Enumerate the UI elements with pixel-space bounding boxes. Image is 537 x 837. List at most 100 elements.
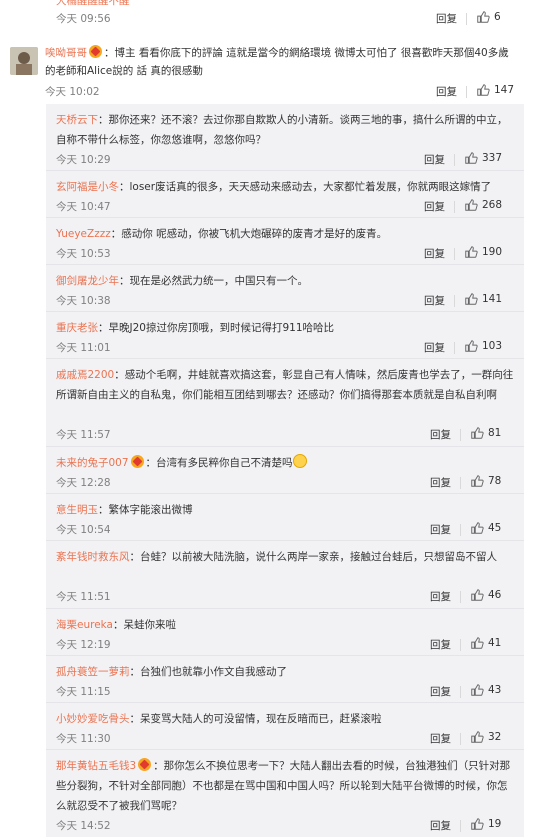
divider xyxy=(460,524,461,536)
divider xyxy=(466,86,467,98)
reply-item: 紊年钱时救东风：台蛙？以前被大陆洗脑，说什么两岸一家亲，接触过台蛙后，只想留岛不… xyxy=(46,541,524,609)
reply-button[interactable]: 回复 xyxy=(424,340,445,355)
reply-button[interactable]: 回复 xyxy=(430,684,451,699)
like-count: 6 xyxy=(494,11,501,23)
thumbs-up-icon xyxy=(465,246,478,258)
reply-item: 小妙妙爱吃骨头：呆变骂大陆人的可没留情，现在反暗而已，赶紧滚啦 今天 11:30… xyxy=(46,703,524,750)
username[interactable]: 戚戚焉2200 xyxy=(56,369,114,381)
username[interactable]: 重庆老张 xyxy=(56,322,98,334)
timestamp: 今天 10:02 xyxy=(45,86,100,98)
username[interactable]: 未来的兔子007 xyxy=(56,457,129,469)
avatar[interactable] xyxy=(10,47,38,75)
like-button[interactable]: 78 xyxy=(470,474,501,488)
username[interactable]: 紊年钱时救东风 xyxy=(56,551,130,563)
like-button[interactable]: 268 xyxy=(464,198,502,212)
like-button[interactable]: 41 xyxy=(470,636,501,650)
reply-body: ：台湾有多民粹你自己不清楚吗 xyxy=(145,457,293,469)
reply-button[interactable]: 回复 xyxy=(430,818,451,833)
thumbs-up-icon xyxy=(465,152,478,164)
username[interactable]: 天桥云下 xyxy=(56,114,98,126)
reply-button[interactable]: 回复 xyxy=(436,84,457,99)
reply-body: ：繁体字能滚出微博 xyxy=(98,504,193,516)
reply-button[interactable]: 回复 xyxy=(424,199,445,214)
like-count: 141 xyxy=(482,293,503,305)
like-button[interactable]: 32 xyxy=(470,730,501,744)
like-count: 103 xyxy=(482,340,503,352)
username[interactable]: 大橘醒醒醒不醒 xyxy=(56,0,130,8)
reply-button[interactable]: 回复 xyxy=(430,731,451,746)
username[interactable]: 御剑屠龙少年 xyxy=(56,275,119,287)
reply-button[interactable]: 回复 xyxy=(430,522,451,537)
like-count: 45 xyxy=(488,522,502,534)
like-button[interactable]: 147 xyxy=(476,83,514,97)
reply-item: 天桥云下：那你还来？还不滚？去过你那自欺欺人的小清新。谈两三地的事，搞什么所谓的… xyxy=(46,104,524,171)
username[interactable]: 唉呦哥哥 xyxy=(45,47,87,59)
reply-button[interactable]: 回复 xyxy=(424,293,445,308)
reply-body: ：那你还来？还不滚？去过你那自欺欺人的小清新。谈两三地的事，搞什么所谓的中立，自… xyxy=(56,114,508,146)
divider xyxy=(460,477,461,489)
like-button[interactable]: 141 xyxy=(464,292,502,306)
username[interactable]: 意生明玉 xyxy=(56,504,98,516)
reply-item: 那年黄钻五毛钱3 ：那你怎么不换位思考一下？大陆人翻出去看的时候，台独港独们（只针… xyxy=(46,750,524,837)
reply-item: 戚戚焉2200：感动个毛啊，井蛙就喜欢搞这套，彰显自己有人情味，然后废青也学去了… xyxy=(46,359,524,447)
like-button[interactable]: 6 xyxy=(476,10,501,24)
divider xyxy=(460,733,461,745)
like-button[interactable]: 45 xyxy=(470,521,501,535)
timestamp: 今天 11:01 xyxy=(56,342,111,354)
reply-body: ：现在是必然武力统一，中国只有一个。 xyxy=(119,275,308,287)
timestamp: 今天 10:54 xyxy=(56,524,111,536)
like-button[interactable]: 337 xyxy=(464,151,502,165)
like-button[interactable]: 190 xyxy=(464,245,502,259)
reply-body: ：台独们也就靠小作文自我感动了 xyxy=(129,666,288,678)
divider xyxy=(454,201,455,213)
thumbs-up-icon xyxy=(477,11,490,23)
username[interactable]: 玄阿福是小冬 xyxy=(56,181,119,193)
like-count: 81 xyxy=(488,427,502,439)
reply-button[interactable]: 回复 xyxy=(430,427,451,442)
username[interactable]: 海栗eureka xyxy=(56,619,113,631)
reply-button[interactable]: 回复 xyxy=(430,475,451,490)
reply-body: ：感动你 呢感动，你被飞机大炮碾碎的废青才是好的废青。 xyxy=(110,228,388,240)
divider xyxy=(454,154,455,166)
like-count: 190 xyxy=(482,246,503,258)
like-button[interactable]: 43 xyxy=(470,683,501,697)
username[interactable]: 孤舟蓑笠一萝莉 xyxy=(56,666,130,678)
previous-comment-tail: 大橘醒醒醒不醒 今天 09:56 回复 6 xyxy=(0,0,537,33)
like-count: 337 xyxy=(482,152,503,164)
username[interactable]: 小妙妙爱吃骨头 xyxy=(56,713,130,725)
comment-body: ：博主 看看你底下的評論 這就是當今的網絡環境 微博太可怕了 很喜歡昨天那個40… xyxy=(45,47,509,77)
divider xyxy=(460,639,461,651)
timestamp: 今天 11:30 xyxy=(56,733,111,745)
reply-body: ：感动个毛啊，井蛙就喜欢搞这套，彰显自己有人情味，然后废青也学去了，一群向往所谓… xyxy=(56,369,514,401)
reply-text: 御剑屠龙少年：现在是必然武力统一，中国只有一个。 xyxy=(56,271,514,291)
reply-list: 天桥云下：那你还来？还不滚？去过你那自欺欺人的小清新。谈两三地的事，搞什么所谓的… xyxy=(46,104,524,837)
laughing-emoji-icon xyxy=(292,454,307,468)
reply-item: 孤舟蓑笠一萝莉：台独们也就靠小作文自我感动了 今天 11:15 回复 43 xyxy=(46,656,524,703)
reply-button[interactable]: 回复 xyxy=(436,11,457,26)
like-button[interactable]: 103 xyxy=(464,339,502,353)
reply-body: ：台蛙？以前被大陆洗脑，说什么两岸一家亲，接触过台蛙后，只想留岛不留人 xyxy=(129,551,498,563)
reply-text: 重庆老张：早晚J20掠过你房顶哦，到时候记得打911哈哈比 xyxy=(56,318,514,338)
username[interactable]: 那年黄钻五毛钱3 xyxy=(56,760,136,772)
thumbs-up-icon xyxy=(471,522,484,534)
timestamp: 今天 12:19 xyxy=(56,639,111,651)
reply-body: ：loser废话真的很多，天天感动来感动去，大家都忙着发展，你就两眼这嫁情了 xyxy=(119,181,492,193)
reply-body: ：呆变骂大陆人的可没留情，现在反暗而已，赶紧滚啦 xyxy=(129,713,382,725)
timestamp: 今天 14:52 xyxy=(56,820,111,832)
like-count: 46 xyxy=(488,589,502,601)
reply-button[interactable]: 回复 xyxy=(430,637,451,652)
reply-item: 玄阿福是小冬：loser废话真的很多，天天感动来感动去，大家都忙着发展，你就两眼… xyxy=(46,171,524,218)
username[interactable]: YueyeZzzz xyxy=(56,228,111,240)
like-count: 43 xyxy=(488,684,502,696)
reply-item: 意生明玉：繁体字能滚出微博 今天 10:54 回复 45 xyxy=(46,494,524,541)
member-badge-icon xyxy=(130,455,144,468)
reply-button[interactable]: 回复 xyxy=(424,246,445,261)
divider xyxy=(460,686,461,698)
like-button[interactable]: 81 xyxy=(470,426,501,440)
timestamp: 今天 09:56 xyxy=(56,13,111,25)
timestamp: 今天 10:53 xyxy=(56,248,111,260)
like-button[interactable]: 46 xyxy=(470,588,501,602)
reply-button[interactable]: 回复 xyxy=(430,589,451,604)
like-button[interactable]: 19 xyxy=(470,817,501,831)
reply-button[interactable]: 回复 xyxy=(424,152,445,167)
